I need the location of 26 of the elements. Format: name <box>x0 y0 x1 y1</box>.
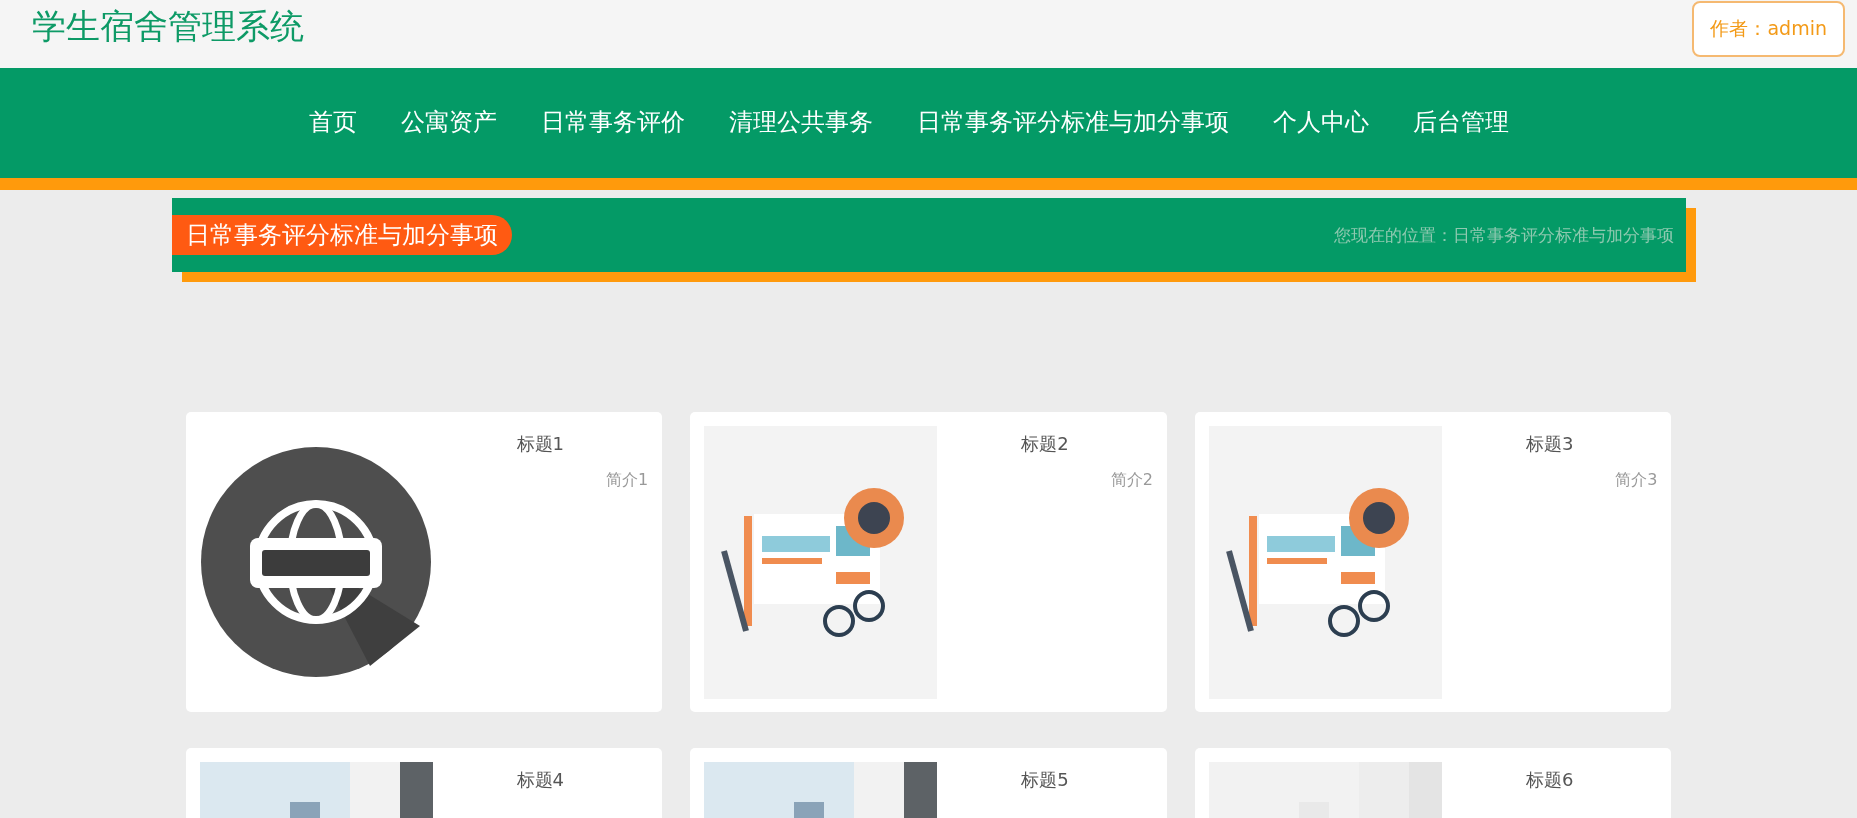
nav-link[interactable]: 个人中心 <box>1272 100 1369 146</box>
news-card[interactable]: 标题4 <box>185 748 663 818</box>
news-card[interactable]: 标题2 简介2 <box>690 412 1167 712</box>
news-card[interactable]: 标题1 简介1 <box>185 412 663 712</box>
card-title: 标题1 <box>515 432 566 456</box>
news-card[interactable]: 标题6 <box>1194 748 1672 818</box>
nav-link[interactable]: 首页 <box>308 100 357 146</box>
nav-link[interactable]: 日常事务评分标准与加分事项 <box>916 100 1229 146</box>
author-button[interactable]: 作者：admin <box>1692 1 1845 57</box>
nav-link[interactable]: 公寓资产 <box>400 100 497 146</box>
site-title: 学生宿舍管理系统 <box>32 5 304 48</box>
card-intro: 简介3 <box>1614 470 1658 491</box>
section-heading: 日常事务评分标准与加分事项 <box>171 215 512 255</box>
card-title: 标题6 <box>1524 768 1575 792</box>
breadcrumb: 您现在的位置：日常事务评分标准与加分事项 <box>1333 223 1675 247</box>
news-card[interactable]: 标题5 <box>690 748 1167 818</box>
news-card[interactable]: 标题3 简介3 <box>1194 412 1672 712</box>
card-intro: 简介2 <box>1109 470 1153 491</box>
card-intro: 简介1 <box>604 470 649 491</box>
nav-link[interactable]: 清理公共事务 <box>728 100 873 146</box>
card-title: 标题4 <box>515 768 566 792</box>
card-title: 标题3 <box>1524 432 1575 456</box>
card-title: 标题2 <box>1020 432 1070 456</box>
nav-link[interactable]: 后台管理 <box>1412 100 1509 146</box>
nav-link[interactable]: 日常事务评价 <box>540 100 685 146</box>
card-title: 标题5 <box>1020 768 1070 792</box>
